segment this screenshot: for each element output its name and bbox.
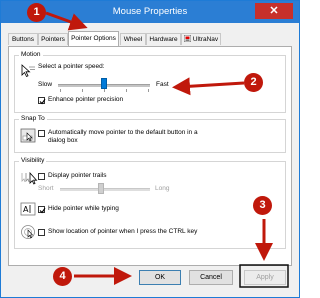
snap-to-label-line2: dialog box xyxy=(48,137,78,144)
close-button[interactable]: ✕ xyxy=(255,3,293,19)
tab-wheel[interactable]: Wheel xyxy=(120,33,146,45)
snap-to-group-title: Snap To xyxy=(19,115,47,123)
annotation-badge-1: 1 xyxy=(27,3,46,22)
show-location-checkbox[interactable] xyxy=(38,229,45,236)
hide-pointer-checkbox[interactable] xyxy=(38,206,46,214)
snap-to-label-line1: Automatically move pointer to the defaul… xyxy=(48,129,198,136)
snap-to-checkbox[interactable] xyxy=(38,130,45,137)
pointer-speed-icon xyxy=(20,64,36,80)
tab-label: Wheel xyxy=(123,36,143,43)
trails-short-label: Short xyxy=(38,185,54,192)
snap-to-group: Snap To Automatically move pointer to th… xyxy=(14,115,286,153)
snap-to-icon xyxy=(20,128,36,146)
trails-length-track[interactable] xyxy=(60,188,150,191)
mouse-properties-dialog: Mouse Properties ✕ Buttons Pointers Poin… xyxy=(0,0,300,298)
tab-strip: Buttons Pointers Pointer Options Wheel H… xyxy=(8,31,292,46)
tab-buttons[interactable]: Buttons xyxy=(8,33,38,45)
pointer-trails-icon xyxy=(20,171,38,188)
annotation-badge-2: 2 xyxy=(244,73,263,92)
slider-tick xyxy=(126,89,127,92)
visibility-group: Visibility Display pointer trails Short … xyxy=(14,157,286,249)
slider-tick xyxy=(148,89,149,92)
tab-label: UltraNav xyxy=(192,36,219,43)
slider-tick xyxy=(82,89,83,92)
annotation-badge-3: 3 xyxy=(253,196,272,215)
trails-length-thumb[interactable] xyxy=(98,183,104,194)
annotation-badge-4: 4 xyxy=(53,267,72,286)
pointer-trails-label: Display pointer trails xyxy=(48,172,107,179)
speed-fast-label: Fast xyxy=(156,81,169,88)
tab-pointer-options[interactable]: Pointer Options xyxy=(68,31,119,46)
svg-text:A: A xyxy=(23,205,29,214)
speed-slow-label: Slow xyxy=(38,81,53,88)
slider-tick xyxy=(60,89,61,92)
tab-pointers[interactable]: Pointers xyxy=(38,33,68,45)
enhance-precision-label: Enhance pointer precision xyxy=(48,96,124,103)
apply-button[interactable]: Apply xyxy=(244,270,286,285)
trails-long-label: Long xyxy=(155,185,170,192)
cancel-button[interactable]: Cancel xyxy=(189,270,233,285)
tab-label: Buttons xyxy=(11,36,35,43)
pointer-speed-label: Select a pointer speed: xyxy=(38,63,105,70)
enhance-precision-checkbox[interactable] xyxy=(38,97,46,105)
visibility-group-title: Visibility xyxy=(19,157,47,165)
motion-group-title: Motion xyxy=(19,51,43,59)
hide-pointer-label: Hide pointer while typing xyxy=(48,205,119,212)
slider-tick xyxy=(104,89,105,92)
check-icon xyxy=(39,98,46,105)
check-icon xyxy=(39,207,46,214)
tab-ultranav[interactable]: UltraNav xyxy=(181,33,221,45)
tab-label: Pointer Options xyxy=(71,35,116,42)
pointer-trails-checkbox[interactable] xyxy=(38,173,45,180)
tab-label: Pointers xyxy=(41,36,65,43)
hide-pointer-icon: A xyxy=(20,202,36,218)
ok-button[interactable]: OK xyxy=(139,270,181,285)
ultranav-icon xyxy=(183,34,192,43)
pointer-location-icon xyxy=(20,224,36,242)
tab-hardware[interactable]: Hardware xyxy=(146,33,181,45)
pointer-speed-slider-thumb[interactable] xyxy=(101,78,107,89)
tab-label: Hardware xyxy=(149,36,178,43)
show-location-label: Show location of pointer when I press th… xyxy=(48,228,198,235)
